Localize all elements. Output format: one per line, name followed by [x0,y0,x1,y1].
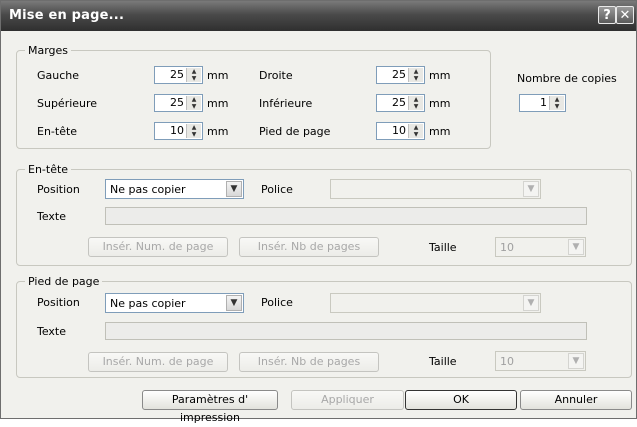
footer-position-value: Ne pas copier [110,297,186,310]
header-insert-page-num-button[interactable]: Insér. Num. de page [88,237,228,257]
header-insert-page-count-button[interactable]: Insér. Nb de pages [239,237,379,257]
chevron-down-icon[interactable]: ▼ [226,181,242,197]
chevron-down-icon[interactable]: ▼ [568,239,584,255]
header-text-label: Texte [37,210,67,223]
footer-text-field[interactable] [105,322,587,340]
spin-arrows-icon[interactable]: ▲ ▼ [549,96,564,110]
left-margin-stepper[interactable]: 25 ▲ ▼ [154,66,203,84]
copies-label: Nombre de copies [517,72,617,85]
close-button[interactable]: ✕ [616,6,634,24]
title-bar[interactable]: Mise en page... ? ✕ [1,1,636,31]
footer-text-label: Texte [37,325,67,338]
apply-button[interactable]: Appliquer [291,390,404,410]
footer-margin-label: Pied de page [259,125,331,138]
copies-value[interactable]: 1 [540,96,547,109]
bottom-margin-stepper[interactable]: 25 ▲ ▼ [376,94,425,112]
header-position-select[interactable]: Ne pas copier ▼ [105,179,244,199]
margins-legend: Marges [25,44,72,57]
footer-size-value: 10 [500,355,514,368]
top-margin-label: Supérieure [37,97,98,110]
header-legend: En-tête [25,163,72,176]
unit-label: mm [207,125,229,138]
spin-arrows-icon[interactable]: ▲ ▼ [186,124,201,138]
left-margin-value[interactable]: 25 [170,68,184,81]
header-size-value: 10 [500,241,514,254]
footer-legend: Pied de page [25,275,103,288]
print-settings-button[interactable]: Paramètres d' impression [142,390,278,424]
help-button[interactable]: ? [598,6,616,24]
chevron-down-icon[interactable]: ▼ [226,295,242,311]
spin-arrows-icon[interactable]: ▲ ▼ [408,68,423,82]
footer-size-select[interactable]: 10 ▼ [495,351,586,371]
unit-label: mm [429,125,451,138]
spin-arrows-icon[interactable]: ▲ ▼ [408,124,423,138]
top-margin-value[interactable]: 25 [170,96,184,109]
footer-insert-page-num-button[interactable]: Insér. Num. de page [88,352,228,372]
header-position-label: Position [37,183,80,196]
footer-size-label: Taille [429,355,457,368]
unit-label: mm [429,97,451,110]
right-margin-label: Droite [259,69,293,82]
footer-margin-stepper[interactable]: 10 ▲ ▼ [376,122,425,140]
footer-position-select[interactable]: Ne pas copier ▼ [105,293,244,313]
bottom-margin-label: Inférieure [259,97,313,110]
unit-label: mm [207,69,229,82]
footer-font-select[interactable]: ▼ [330,293,541,313]
footer-margin-value[interactable]: 10 [392,124,406,137]
top-margin-stepper[interactable]: 25 ▲ ▼ [154,94,203,112]
unit-label: mm [429,69,451,82]
spin-arrows-icon[interactable]: ▲ ▼ [186,68,201,82]
chevron-down-icon[interactable]: ▼ [523,181,539,197]
unit-label: mm [207,97,229,110]
header-position-value: Ne pas copier [110,183,186,196]
ok-button[interactable]: OK [405,390,517,410]
footer-font-label: Police [261,296,293,309]
header-margin-stepper[interactable]: 10 ▲ ▼ [154,122,203,140]
window-title: Mise en page... [9,8,125,23]
spin-arrows-icon[interactable]: ▲ ▼ [408,96,423,110]
header-margin-label: En-tête [37,125,78,138]
footer-insert-page-count-button[interactable]: Insér. Nb de pages [239,352,379,372]
left-margin-label: Gauche [37,69,80,82]
header-text-field[interactable] [105,207,587,225]
cancel-button[interactable]: Annuler [520,390,632,410]
footer-position-label: Position [37,296,80,309]
header-font-label: Police [261,183,293,196]
header-size-label: Taille [429,241,457,254]
chevron-down-icon[interactable]: ▼ [523,295,539,311]
page-setup-dialog: Mise en page... ? ✕ Marges Gauche 25 ▲ ▼ … [0,0,637,424]
header-font-select[interactable]: ▼ [330,179,541,199]
spin-arrows-icon[interactable]: ▲ ▼ [186,96,201,110]
header-margin-value[interactable]: 10 [170,124,184,137]
right-margin-stepper[interactable]: 25 ▲ ▼ [376,66,425,84]
right-margin-value[interactable]: 25 [392,68,406,81]
bottom-margin-value[interactable]: 25 [392,96,406,109]
copies-stepper[interactable]: 1 ▲ ▼ [519,94,566,112]
chevron-down-icon[interactable]: ▼ [568,353,584,369]
header-size-select[interactable]: 10 ▼ [495,237,586,257]
